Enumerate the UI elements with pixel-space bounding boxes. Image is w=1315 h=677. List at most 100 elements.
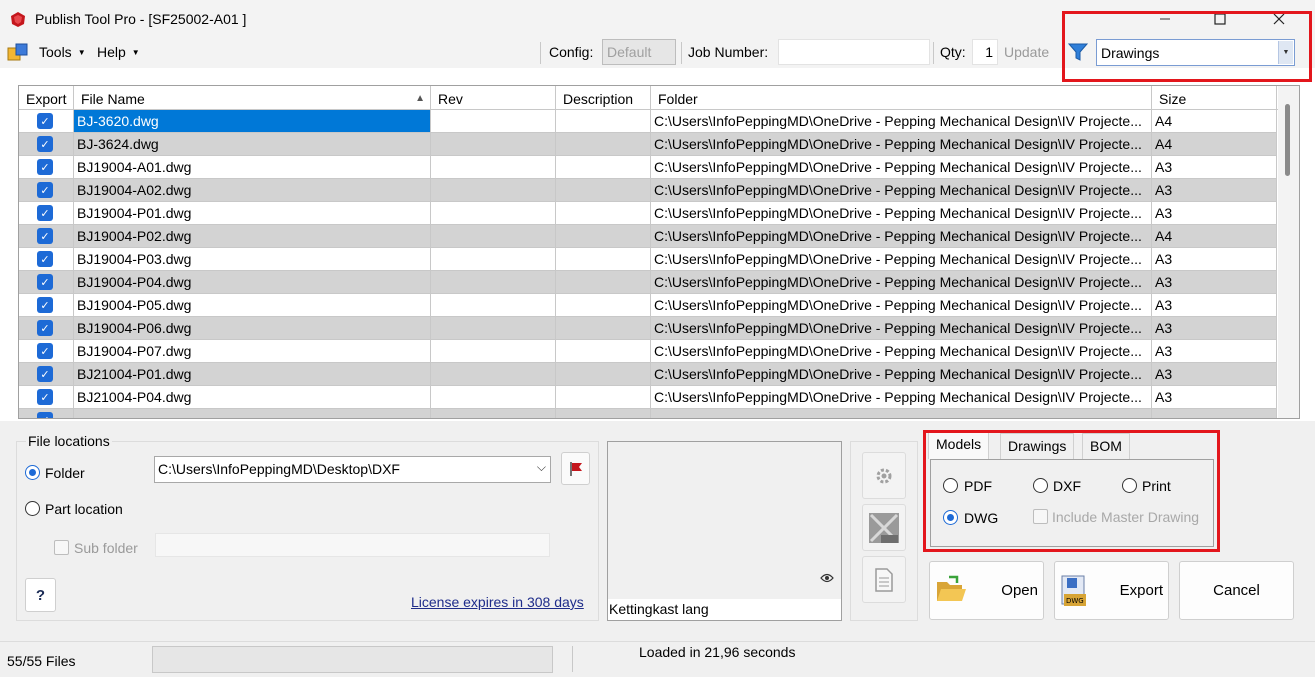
export-checkbox[interactable]: ✓ xyxy=(37,136,53,152)
sub-folder-input[interactable] xyxy=(155,533,550,557)
vertical-scrollbar[interactable] xyxy=(1278,86,1299,418)
file-name-cell[interactable]: BJ21004-P01.dwg xyxy=(74,363,431,385)
export-checkbox[interactable]: ✓ xyxy=(37,228,53,244)
size-cell[interactable]: A3 xyxy=(1152,363,1277,385)
cancel-button[interactable]: Cancel xyxy=(1179,561,1294,620)
size-cell[interactable] xyxy=(1152,409,1277,418)
table-row[interactable]: ✓ xyxy=(19,409,1277,418)
description-cell[interactable] xyxy=(556,294,651,316)
table-row[interactable]: ✓ BJ19004-A02.dwg C:\Users\InfoPeppingMD\O… xyxy=(19,179,1277,202)
folder-cell[interactable]: C:\Users\InfoPeppingMD\OneDrive - Peppin… xyxy=(651,156,1152,178)
rev-cell[interactable] xyxy=(431,225,556,247)
export-checkbox[interactable]: ✓ xyxy=(37,412,53,418)
table-row[interactable]: ✓ BJ-3624.dwg C:\Users\InfoPeppingMD\OneDr… xyxy=(19,133,1277,156)
scrollbar-thumb[interactable] xyxy=(1285,104,1290,176)
file-name-cell[interactable]: BJ-3620.dwg xyxy=(74,110,431,132)
table-row[interactable]: ✓ BJ19004-P06.dwg C:\Users\InfoPeppingMD\O… xyxy=(19,317,1277,340)
size-cell[interactable]: A3 xyxy=(1152,271,1277,293)
size-cell[interactable]: A3 xyxy=(1152,317,1277,339)
rev-cell[interactable] xyxy=(431,294,556,316)
file-name-cell[interactable]: BJ19004-A01.dwg xyxy=(74,156,431,178)
folder-cell[interactable]: C:\Users\InfoPeppingMD\OneDrive - Peppin… xyxy=(651,340,1152,362)
description-cell[interactable] xyxy=(556,179,651,201)
description-cell[interactable] xyxy=(556,317,651,339)
export-checkbox[interactable]: ✓ xyxy=(37,320,53,336)
table-row[interactable]: ✓ BJ19004-A01.dwg C:\Users\InfoPeppingMD\O… xyxy=(19,156,1277,179)
rev-cell[interactable] xyxy=(431,248,556,270)
pro-feature-button[interactable] xyxy=(862,504,906,551)
column-header-rev[interactable]: Rev xyxy=(431,86,556,110)
export-checkbox[interactable]: ✓ xyxy=(37,297,53,313)
table-row[interactable]: ✓ BJ19004-P04.dwg C:\Users\InfoPeppingMD\O… xyxy=(19,271,1277,294)
export-checkbox[interactable]: ✓ xyxy=(37,366,53,382)
settings-button[interactable] xyxy=(862,452,906,499)
description-cell[interactable] xyxy=(556,409,651,418)
column-header-description[interactable]: Description xyxy=(556,86,651,110)
description-cell[interactable] xyxy=(556,363,651,385)
folder-cell[interactable]: C:\Users\InfoPeppingMD\OneDrive - Peppin… xyxy=(651,110,1152,132)
size-cell[interactable]: A4 xyxy=(1152,133,1277,155)
qty-input[interactable]: 1 xyxy=(972,39,998,65)
rev-cell[interactable] xyxy=(431,133,556,155)
file-name-cell[interactable]: BJ19004-P03.dwg xyxy=(74,248,431,270)
open-button[interactable]: Open xyxy=(929,561,1044,620)
file-name-cell[interactable]: BJ19004-P01.dwg xyxy=(74,202,431,224)
export-checkbox[interactable]: ✓ xyxy=(37,205,53,221)
rev-cell[interactable] xyxy=(431,202,556,224)
description-cell[interactable] xyxy=(556,386,651,408)
help-menu[interactable]: Help ▼ xyxy=(97,44,140,60)
description-cell[interactable] xyxy=(556,110,651,132)
size-cell[interactable]: A3 xyxy=(1152,248,1277,270)
description-cell[interactable] xyxy=(556,133,651,155)
size-cell[interactable]: A3 xyxy=(1152,156,1277,178)
sub-folder-checkbox[interactable] xyxy=(54,540,69,555)
size-cell[interactable]: A4 xyxy=(1152,225,1277,247)
tools-menu[interactable]: Tools ▼ xyxy=(39,44,86,60)
file-name-cell[interactable]: BJ19004-P02.dwg xyxy=(74,225,431,247)
export-button[interactable]: DWG Export xyxy=(1054,561,1169,620)
table-row[interactable]: ✓ BJ-3620.dwg C:\Users\InfoPeppingMD\OneDr… xyxy=(19,110,1277,133)
config-select[interactable]: Default xyxy=(602,39,676,65)
update-button[interactable]: Update xyxy=(1004,44,1049,60)
description-cell[interactable] xyxy=(556,225,651,247)
description-cell[interactable] xyxy=(556,340,651,362)
file-grid[interactable]: Export File Name ▲ Rev Description Folde… xyxy=(18,85,1300,419)
folder-cell[interactable]: C:\Users\InfoPeppingMD\OneDrive - Peppin… xyxy=(651,317,1152,339)
folder-cell[interactable]: C:\Users\InfoPeppingMD\OneDrive - Peppin… xyxy=(651,225,1152,247)
table-row[interactable]: ✓ BJ19004-P03.dwg C:\Users\InfoPeppingMD\O… xyxy=(19,248,1277,271)
table-row[interactable]: ✓ BJ21004-P01.dwg C:\Users\InfoPeppingMD\O… xyxy=(19,363,1277,386)
folder-cell[interactable]: C:\Users\InfoPeppingMD\OneDrive - Peppin… xyxy=(651,271,1152,293)
folder-radio[interactable] xyxy=(25,465,40,480)
file-name-cell[interactable]: BJ19004-P05.dwg xyxy=(74,294,431,316)
rev-cell[interactable] xyxy=(431,156,556,178)
folder-cell[interactable]: C:\Users\InfoPeppingMD\OneDrive - Peppin… xyxy=(651,386,1152,408)
eye-icon[interactable] xyxy=(820,572,834,586)
size-cell[interactable]: A3 xyxy=(1152,202,1277,224)
size-cell[interactable]: A3 xyxy=(1152,386,1277,408)
export-checkbox[interactable]: ✓ xyxy=(37,159,53,175)
export-checkbox[interactable]: ✓ xyxy=(37,182,53,198)
size-cell[interactable]: A4 xyxy=(1152,110,1277,132)
file-name-cell[interactable]: BJ19004-P06.dwg xyxy=(74,317,431,339)
rev-cell[interactable] xyxy=(431,340,556,362)
export-checkbox[interactable]: ✓ xyxy=(37,113,53,129)
table-row[interactable]: ✓ BJ19004-P02.dwg C:\Users\InfoPeppingMD\O… xyxy=(19,225,1277,248)
help-button[interactable]: ? xyxy=(25,578,56,612)
export-checkbox[interactable]: ✓ xyxy=(37,251,53,267)
column-header-export[interactable]: Export xyxy=(19,86,74,110)
rev-cell[interactable] xyxy=(431,179,556,201)
license-link[interactable]: License expires in 308 days xyxy=(411,594,584,610)
file-name-cell[interactable]: BJ-3624.dwg xyxy=(74,133,431,155)
table-row[interactable]: ✓ BJ19004-P01.dwg C:\Users\InfoPeppingMD\O… xyxy=(19,202,1277,225)
document-button[interactable] xyxy=(862,556,906,603)
size-cell[interactable]: A3 xyxy=(1152,294,1277,316)
description-cell[interactable] xyxy=(556,248,651,270)
description-cell[interactable] xyxy=(556,202,651,224)
rev-cell[interactable] xyxy=(431,363,556,385)
size-cell[interactable]: A3 xyxy=(1152,340,1277,362)
description-cell[interactable] xyxy=(556,271,651,293)
export-checkbox[interactable]: ✓ xyxy=(37,343,53,359)
table-row[interactable]: ✓ BJ19004-P05.dwg C:\Users\InfoPeppingMD\O… xyxy=(19,294,1277,317)
part-location-radio[interactable] xyxy=(25,501,40,516)
folder-cell[interactable]: C:\Users\InfoPeppingMD\OneDrive - Peppin… xyxy=(651,179,1152,201)
